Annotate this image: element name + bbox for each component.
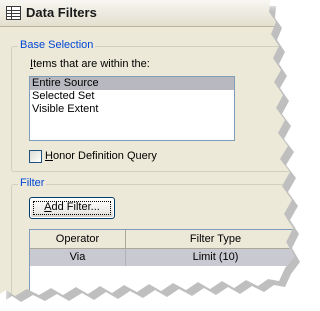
grid-header: Operator Filter Type (30, 230, 294, 249)
title-bar[interactable]: Data Filters (0, 0, 294, 27)
cell-operator[interactable]: Via (30, 249, 126, 266)
focus-rectangle (33, 201, 111, 215)
column-header-operator[interactable]: Operator (30, 230, 126, 248)
data-table-icon (6, 6, 21, 20)
list-item-selected-set[interactable]: Selected Set (30, 90, 234, 103)
column-header-filter-type[interactable]: Filter Type (126, 230, 294, 248)
cell-filter-type[interactable]: Limit (10) (126, 249, 294, 266)
screenshot-stage: Data Filters Base Selection Items that a… (0, 0, 305, 302)
honor-definition-query-checkbox[interactable] (29, 150, 42, 163)
items-within-label: Items that are within the: (30, 58, 150, 70)
list-item-visible-extent[interactable]: Visible Extent (30, 103, 234, 116)
list-item-entire-source[interactable]: Entire Source (30, 77, 234, 90)
table-row[interactable]: Via Limit (10) (30, 249, 294, 266)
honor-definition-query-label[interactable]: Honor Definition Query (45, 150, 157, 162)
window-title: Data Filters (26, 5, 97, 20)
add-filter-button[interactable]: Add Filter... (29, 197, 115, 219)
base-selection-label: Base Selection (18, 39, 96, 51)
data-filters-dialog: Data Filters Base Selection Items that a… (0, 0, 294, 296)
base-selection-listbox[interactable]: Entire Source Selected Set Visible Exten… (29, 76, 235, 141)
filter-group-label: Filter (18, 177, 47, 189)
